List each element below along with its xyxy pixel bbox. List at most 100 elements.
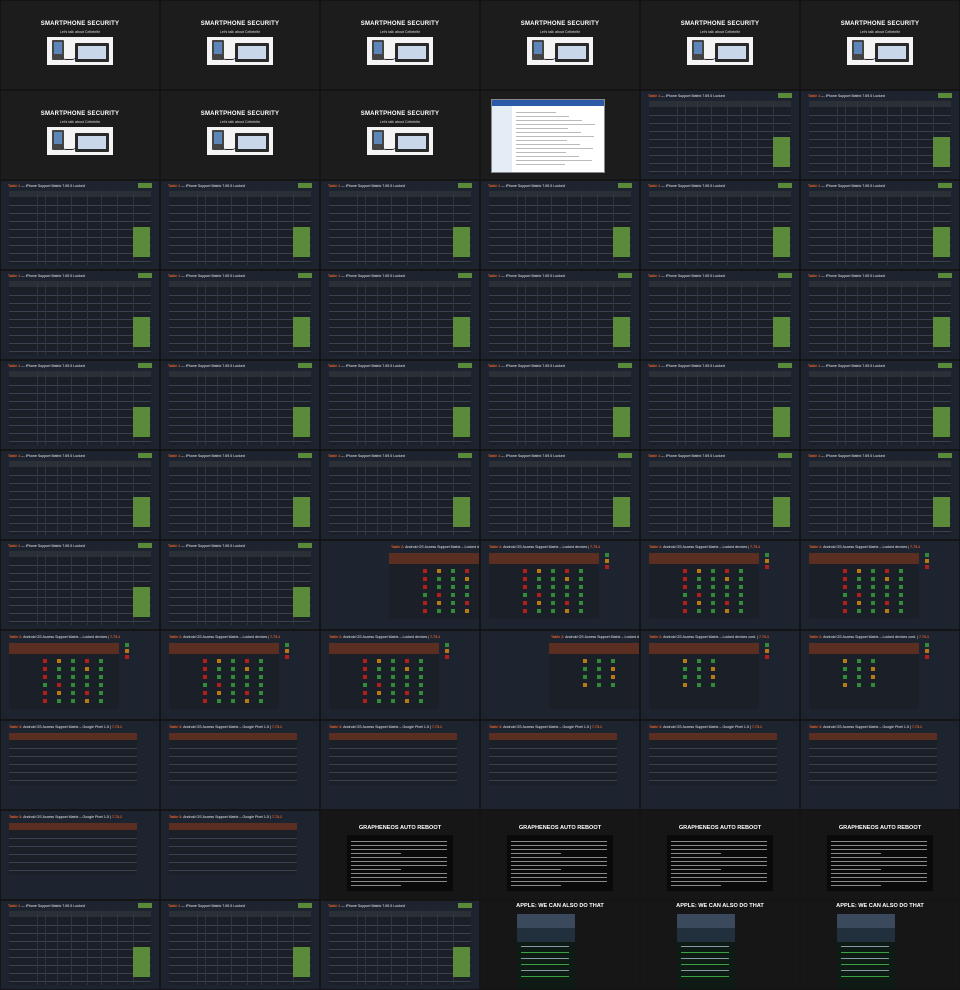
support-indicator — [523, 577, 527, 581]
slide-thumbnail[interactable]: Table 1 — iPhone Support Matrix 7.69.5 L… — [161, 361, 319, 449]
slide-thumbnail[interactable]: Table 1 — iPhone Support Matrix 7.69.5 L… — [321, 181, 479, 269]
pixel-matrix — [489, 733, 617, 785]
slide-thumbnail[interactable]: Table 1 — iPhone Support Matrix 7.69.5 L… — [1, 451, 159, 539]
slide-thumbnail[interactable]: Table 1 — iPhone Support Matrix 7.69.5 L… — [641, 91, 799, 179]
slide-thumbnail[interactable]: Table 1 — iPhone Support Matrix 7.69.5 L… — [481, 451, 639, 539]
slide-thumbnail[interactable]: Table 2: Android OS Access Support Matri… — [321, 631, 479, 719]
slide-thumbnail[interactable]: Table 3: Android OS Access Support Matri… — [1, 721, 159, 809]
slide-thumbnail[interactable]: Table 1 — iPhone Support Matrix 7.69.5 L… — [801, 181, 959, 269]
table-title: — iPhone Support Matrix 7.69.5 Locked — [20, 364, 85, 368]
table-heading: Table 3: Android OS Access Support Matri… — [809, 725, 922, 729]
slide-thumbnail[interactable]: SMARTPHONE SECURITY Let's talk about Cell… — [321, 1, 479, 89]
table-title: Android OS Access Support Matrix – Locke… — [182, 635, 271, 639]
slide-thumbnail[interactable]: Table 3: Android OS Access Support Matri… — [641, 721, 799, 809]
slide-thumbnail[interactable]: Table 1 — iPhone Support Matrix 7.69.5 L… — [321, 901, 479, 989]
support-indicator — [437, 585, 441, 589]
slide-thumbnail[interactable]: Table 1 — iPhone Support Matrix 7.69.5 L… — [481, 361, 639, 449]
slide-thumbnail[interactable]: Table 2: Android OS Access Support Matri… — [801, 631, 959, 719]
slide-thumbnail[interactable]: Table 3: Android OS Access Support Matri… — [801, 721, 959, 809]
slide-thumbnail[interactable]: SMARTPHONE SECURITY Let's talk about Cell… — [801, 1, 959, 89]
subtitle-text: Let's talk about Cellebrite — [539, 30, 581, 34]
slide-thumbnail[interactable]: Table 1 — iPhone Support Matrix 7.69.5 L… — [641, 271, 799, 359]
slide-thumbnail[interactable]: Table 2: Android OS Access Support Matri… — [481, 631, 639, 719]
slide-thumbnail[interactable]: Table 1 — iPhone Support Matrix 7.69.5 L… — [1, 361, 159, 449]
support-indicator — [231, 699, 235, 703]
slide-thumbnail[interactable]: Table 3: Android OS Access Support Matri… — [321, 721, 479, 809]
tablet-image — [875, 43, 909, 62]
slide-thumbnail[interactable]: Table 1 — iPhone Support Matrix 7.69.5 L… — [161, 901, 319, 989]
slide-thumbnail[interactable]: Table 1 — iPhone Support Matrix 7.69.5 L… — [321, 361, 479, 449]
version-number: 7.73.1 — [270, 635, 281, 639]
matrix-legend — [285, 643, 311, 663]
slide-thumbnail[interactable]: APPLE: WE CAN ALSO DO THAT — [641, 901, 799, 989]
slide-thumbnail[interactable]: Table 1 — iPhone Support Matrix 7.69.5 L… — [1, 541, 159, 629]
support-badge — [138, 543, 152, 548]
support-indicator — [843, 593, 847, 597]
slide-thumbnail[interactable]: Table 1 — iPhone Support Matrix 7.69.5 L… — [321, 451, 479, 539]
slide-thumbnail[interactable]: Table 1 — iPhone Support Matrix 7.69.5 L… — [161, 541, 319, 629]
slide-thumbnail[interactable]: GRAPHENEOS AUTO REBOOT — [641, 811, 799, 899]
slide-thumbnail[interactable]: Table 1 — iPhone Support Matrix 7.69.5 L… — [161, 181, 319, 269]
slide-thumbnail[interactable]: Table 2: Android OS Access Support Matri… — [321, 541, 479, 629]
support-indicator — [711, 659, 715, 663]
slide-thumbnail[interactable]: SMARTPHONE SECURITY Let's talk about Cell… — [641, 1, 799, 89]
support-indicator — [419, 675, 423, 679]
slide-thumbnail[interactable]: SMARTPHONE SECURITY Let's talk about Cell… — [321, 91, 479, 179]
slide-thumbnail[interactable]: Table 1 — iPhone Support Matrix 7.69.5 L… — [481, 271, 639, 359]
slide-thumbnail[interactable]: SMARTPHONE SECURITY Let's talk about Cell… — [1, 1, 159, 89]
support-indicator — [451, 577, 455, 581]
slide-thumbnail[interactable]: Table 2: Android OS Access Support Matri… — [161, 631, 319, 719]
slide-thumbnail[interactable]: Table 1 — iPhone Support Matrix 7.69.5 L… — [801, 361, 959, 449]
support-indicator — [203, 675, 207, 679]
support-indicator — [711, 667, 715, 671]
slide-thumbnail[interactable]: Table 3: Android OS Access Support Matri… — [161, 721, 319, 809]
support-matrix-table — [809, 101, 951, 175]
version-number: 7.73.1 — [590, 545, 601, 549]
slide-thumbnail[interactable] — [481, 91, 639, 179]
slide-thumbnail[interactable]: Table 3: Android OS Access Support Matri… — [1, 811, 159, 899]
slide-thumbnail[interactable]: Table 1 — iPhone Support Matrix 7.69.5 L… — [481, 181, 639, 269]
support-matrix-table — [169, 911, 311, 985]
slide-thumbnail[interactable]: APPLE: WE CAN ALSO DO THAT — [481, 901, 639, 989]
slide-thumbnail[interactable]: Table 1 — iPhone Support Matrix 7.69.5 L… — [801, 271, 959, 359]
support-indicator — [697, 675, 701, 679]
table-title: Android OS Access Support Matrix – Locke… — [405, 545, 479, 549]
slide-thumbnail[interactable]: GRAPHENEOS AUTO REBOOT — [801, 811, 959, 899]
slide-thumbnail[interactable]: Table 1 — iPhone Support Matrix 7.69.5 L… — [1, 271, 159, 359]
slide-thumbnail[interactable]: Table 2: Android OS Access Support Matri… — [641, 631, 799, 719]
slide-thumbnail[interactable]: Table 2: Android OS Access Support Matri… — [801, 541, 959, 629]
support-matrix-table — [169, 551, 311, 625]
slide-thumbnail[interactable]: SMARTPHONE SECURITY Let's talk about Cell… — [161, 1, 319, 89]
slide-thumbnail[interactable]: Table 3: Android OS Access Support Matri… — [161, 811, 319, 899]
slide-thumbnail[interactable]: Table 1 — iPhone Support Matrix 7.69.5 L… — [641, 361, 799, 449]
slide-thumbnail[interactable]: Table 1 — iPhone Support Matrix 7.69.5 L… — [321, 271, 479, 359]
table-label: Table 3: — [809, 725, 823, 729]
matrix-legend — [125, 643, 151, 663]
slide-thumbnail[interactable]: SMARTPHONE SECURITY Let's talk about Cell… — [1, 91, 159, 179]
slide-thumbnail[interactable]: Table 1 — iPhone Support Matrix 7.69.5 L… — [161, 271, 319, 359]
support-badge — [138, 183, 152, 188]
legend-swatch — [605, 565, 609, 569]
support-indicator — [843, 667, 847, 671]
slide-thumbnail[interactable]: SMARTPHONE SECURITY Let's talk about Cell… — [481, 1, 639, 89]
slide-thumbnail[interactable]: Table 1 — iPhone Support Matrix 7.69.5 L… — [641, 451, 799, 539]
support-indicator — [419, 683, 423, 687]
slide-thumbnail[interactable]: Table 3: Android OS Access Support Matri… — [481, 721, 639, 809]
slide-thumbnail[interactable]: GRAPHENEOS AUTO REBOOT — [481, 811, 639, 899]
slide-thumbnail[interactable]: APPLE: WE CAN ALSO DO THAT — [801, 901, 959, 989]
slide-thumbnail[interactable]: Table 2: Android OS Access Support Matri… — [481, 541, 639, 629]
slide-thumbnail[interactable]: Table 1 — iPhone Support Matrix 7.69.5 L… — [1, 181, 159, 269]
slide-thumbnail[interactable]: Table 1 — iPhone Support Matrix 7.69.5 L… — [161, 451, 319, 539]
slide-thumbnail[interactable]: Table 2: Android OS Access Support Matri… — [641, 541, 799, 629]
slide-thumbnail[interactable]: GRAPHENEOS AUTO REBOOT — [321, 811, 479, 899]
slide-thumbnail[interactable]: Table 1 — iPhone Support Matrix 7.69.5 L… — [801, 91, 959, 179]
slide-thumbnail[interactable]: SMARTPHONE SECURITY Let's talk about Cell… — [161, 91, 319, 179]
table-heading: Table 1 — iPhone Support Matrix 7.69.5 L… — [168, 904, 245, 908]
slide-thumbnail[interactable]: Table 1 — iPhone Support Matrix 7.69.5 L… — [801, 451, 959, 539]
slide-thumbnail[interactable]: Table 2: Android OS Access Support Matri… — [1, 631, 159, 719]
table-label: Table 2: — [649, 635, 663, 639]
slide-thumbnail[interactable]: Table 1 — iPhone Support Matrix 7.69.5 L… — [641, 181, 799, 269]
table-heading: Table 1 — iPhone Support Matrix 7.69.5 L… — [648, 364, 725, 368]
support-indicator — [683, 683, 687, 687]
slide-thumbnail[interactable]: Table 1 — iPhone Support Matrix 7.69.5 L… — [1, 901, 159, 989]
